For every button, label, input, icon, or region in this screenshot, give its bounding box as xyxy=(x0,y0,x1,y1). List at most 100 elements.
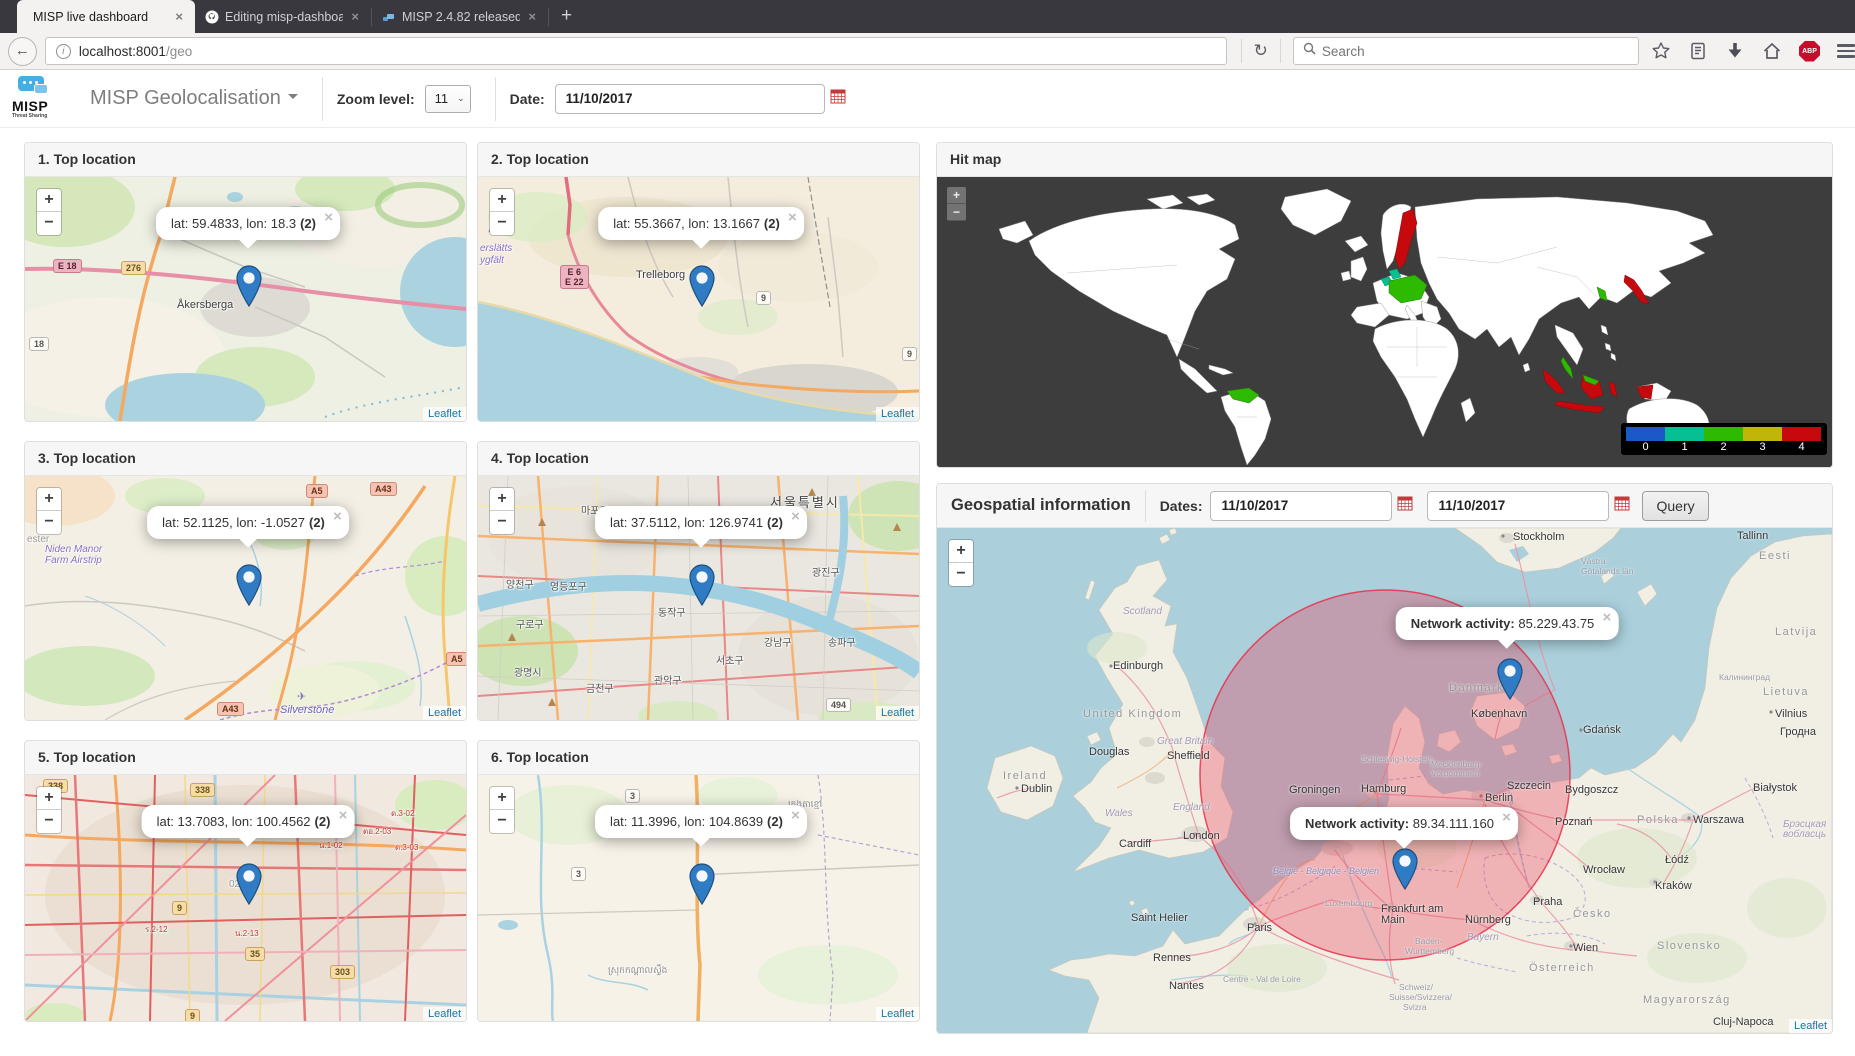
legend-ticks: 01234 xyxy=(1626,441,1822,453)
city-label: Saint Helier xyxy=(1131,912,1188,924)
map-marker[interactable] xyxy=(236,564,262,606)
location-popup: lat: 55.3667, lon: 13.1667(2) × xyxy=(598,207,804,240)
zoom-in-button[interactable]: + xyxy=(490,787,514,810)
popup-close-icon[interactable]: × xyxy=(788,209,797,226)
leaflet-attribution[interactable]: Leaflet xyxy=(423,706,466,720)
map-zoom-control: + − xyxy=(948,539,974,587)
map-3[interactable]: + − A5 A43 A5 A43 Niden Manor Farm Airst… xyxy=(25,476,466,720)
zoom-in-button[interactable]: + xyxy=(37,787,61,810)
tab-github[interactable]: Editing misp-dashboa × xyxy=(195,0,371,33)
popup-close-icon[interactable]: × xyxy=(791,508,800,525)
zoom-out-button[interactable]: − xyxy=(490,810,514,833)
road-shield: 35 xyxy=(245,947,265,961)
popup-close-icon[interactable]: × xyxy=(791,807,800,824)
region-label: Baden- xyxy=(1415,936,1442,946)
tab-misp-dashboard[interactable]: MISP live dashboard × xyxy=(17,0,195,33)
home-icon[interactable] xyxy=(1762,41,1782,61)
date-to-input[interactable] xyxy=(1427,491,1609,521)
tab-misp-release[interactable]: MISP 2.4.82 released (a × xyxy=(372,0,548,33)
zoom-level-select[interactable]: 11⌄ xyxy=(425,85,471,113)
library-icon[interactable] xyxy=(1688,41,1708,61)
page-title-dropdown[interactable]: MISP Geolocalisation xyxy=(90,87,298,110)
map-marker[interactable] xyxy=(689,265,715,307)
popup-close-icon[interactable]: × xyxy=(333,508,342,525)
map-2[interactable]: + − E 6E 22 9 9 Trelleborg erslätts ygfä… xyxy=(478,177,919,421)
adblock-plus-icon[interactable]: ABP xyxy=(1799,41,1820,62)
district-label: 광진구 xyxy=(812,564,840,579)
leaflet-attribution[interactable]: Leaflet xyxy=(423,1007,466,1021)
district-label: น.2-13 xyxy=(235,927,259,940)
location-popup: lat: 59.4833, lon: 18.3(2) × xyxy=(156,207,340,240)
map-marker[interactable] xyxy=(236,863,262,905)
map-5[interactable]: + − 338 338 9 35 303 9 ตต.2-02 ด.3-02 ตอ… xyxy=(25,775,466,1021)
top-location-panel-6: 6. Top location + − 3 3 ក xyxy=(477,740,920,1022)
reload-button[interactable]: ↻ xyxy=(1241,39,1281,63)
zoom-in-button[interactable]: + xyxy=(490,488,514,511)
zoom-out-button[interactable]: − xyxy=(37,212,61,235)
map-4[interactable]: + − 서울특별시 마포구 광진구 양천구 영등포구 동작구 관악구 광명시 금… xyxy=(478,476,919,720)
query-button[interactable]: Query xyxy=(1642,491,1708,521)
leaflet-attribution[interactable]: Leaflet xyxy=(423,407,466,421)
map-1[interactable]: + − E 18 276 18 Åkersberga lat: 59.4833,… xyxy=(25,177,466,421)
new-tab-button[interactable]: + xyxy=(549,5,584,33)
map-marker[interactable] xyxy=(1497,658,1523,700)
zoom-in-button[interactable]: + xyxy=(37,488,61,511)
zoom-in-button[interactable]: + xyxy=(490,189,514,212)
map-marker[interactable] xyxy=(689,564,715,606)
tab-close-icon[interactable]: × xyxy=(173,9,185,24)
popup-close-icon[interactable]: × xyxy=(324,209,333,226)
zoom-in-button[interactable]: + xyxy=(37,189,61,212)
divider xyxy=(1145,490,1146,522)
url-bar[interactable]: i localhost:8001/geo xyxy=(45,37,1227,65)
leaflet-attribution[interactable]: Leaflet xyxy=(876,1007,919,1021)
zoom-out-button[interactable]: − xyxy=(37,810,61,833)
country-label: Ireland xyxy=(1003,770,1047,782)
calendar-icon[interactable] xyxy=(1614,495,1630,516)
region-label: Scotland xyxy=(1123,606,1162,617)
road-shield: 9 xyxy=(185,1009,200,1021)
popup-close-icon[interactable]: × xyxy=(1502,809,1511,826)
zoom-out-button[interactable]: − xyxy=(490,511,514,534)
popup-close-icon[interactable]: × xyxy=(1603,609,1612,626)
map-6[interactable]: + − 3 3 ក្រុងតាខ្មៅ ស្រុកកណ្ដាលស្ទឹង lat… xyxy=(478,775,919,1021)
menu-icon[interactable] xyxy=(1837,41,1855,61)
info-icon[interactable]: i xyxy=(56,44,71,59)
road-shield: E 6E 22 xyxy=(560,265,589,289)
map-marker[interactable] xyxy=(236,265,262,307)
search-input[interactable] xyxy=(1322,44,1602,59)
panel-title: 5. Top location xyxy=(25,741,466,775)
calendar-icon[interactable] xyxy=(1397,495,1413,516)
logo-subtitle: Threat Sharing xyxy=(12,113,47,119)
map-marker[interactable] xyxy=(1392,848,1418,890)
district-label: 금천구 xyxy=(586,680,614,695)
airstrip-label: Farm Airstrip xyxy=(45,555,102,566)
zoom-in-button[interactable]: + xyxy=(947,187,966,204)
city-label: Berlin xyxy=(1485,792,1513,804)
zoom-out-button[interactable]: − xyxy=(947,204,966,221)
zoom-out-button[interactable]: − xyxy=(37,511,61,534)
date-from-input[interactable] xyxy=(1210,491,1392,521)
chevron-down-icon: ⌄ xyxy=(457,93,465,104)
search-box[interactable] xyxy=(1293,37,1639,65)
date-input[interactable] xyxy=(555,84,825,114)
back-button[interactable]: ← xyxy=(8,37,37,66)
calendar-icon[interactable] xyxy=(830,88,846,109)
leaflet-attribution[interactable]: Leaflet xyxy=(1789,1019,1832,1033)
zoom-out-button[interactable]: − xyxy=(490,212,514,235)
place-label: ester xyxy=(27,534,49,545)
geospatial-map[interactable]: Stockholm Tallinn Eesti Latvija Lietuva … xyxy=(937,528,1832,1033)
bookmark-star-icon[interactable] xyxy=(1651,41,1671,61)
tab-close-icon[interactable]: × xyxy=(349,9,361,24)
hit-map[interactable]: + − 01234 xyxy=(937,177,1832,467)
airfield-label: erslätts xyxy=(480,243,512,254)
top-location-panel-3: 3. Top location xyxy=(24,441,467,721)
zoom-in-button[interactable]: + xyxy=(949,540,973,563)
airstrip-label: Niden Manor xyxy=(45,544,102,555)
map-marker[interactable] xyxy=(689,863,715,905)
zoom-out-button[interactable]: − xyxy=(949,563,973,586)
tab-close-icon[interactable]: × xyxy=(526,9,538,24)
download-icon[interactable] xyxy=(1725,41,1745,61)
leaflet-attribution[interactable]: Leaflet xyxy=(876,706,919,720)
leaflet-attribution[interactable]: Leaflet xyxy=(876,407,919,421)
popup-close-icon[interactable]: × xyxy=(339,807,348,824)
